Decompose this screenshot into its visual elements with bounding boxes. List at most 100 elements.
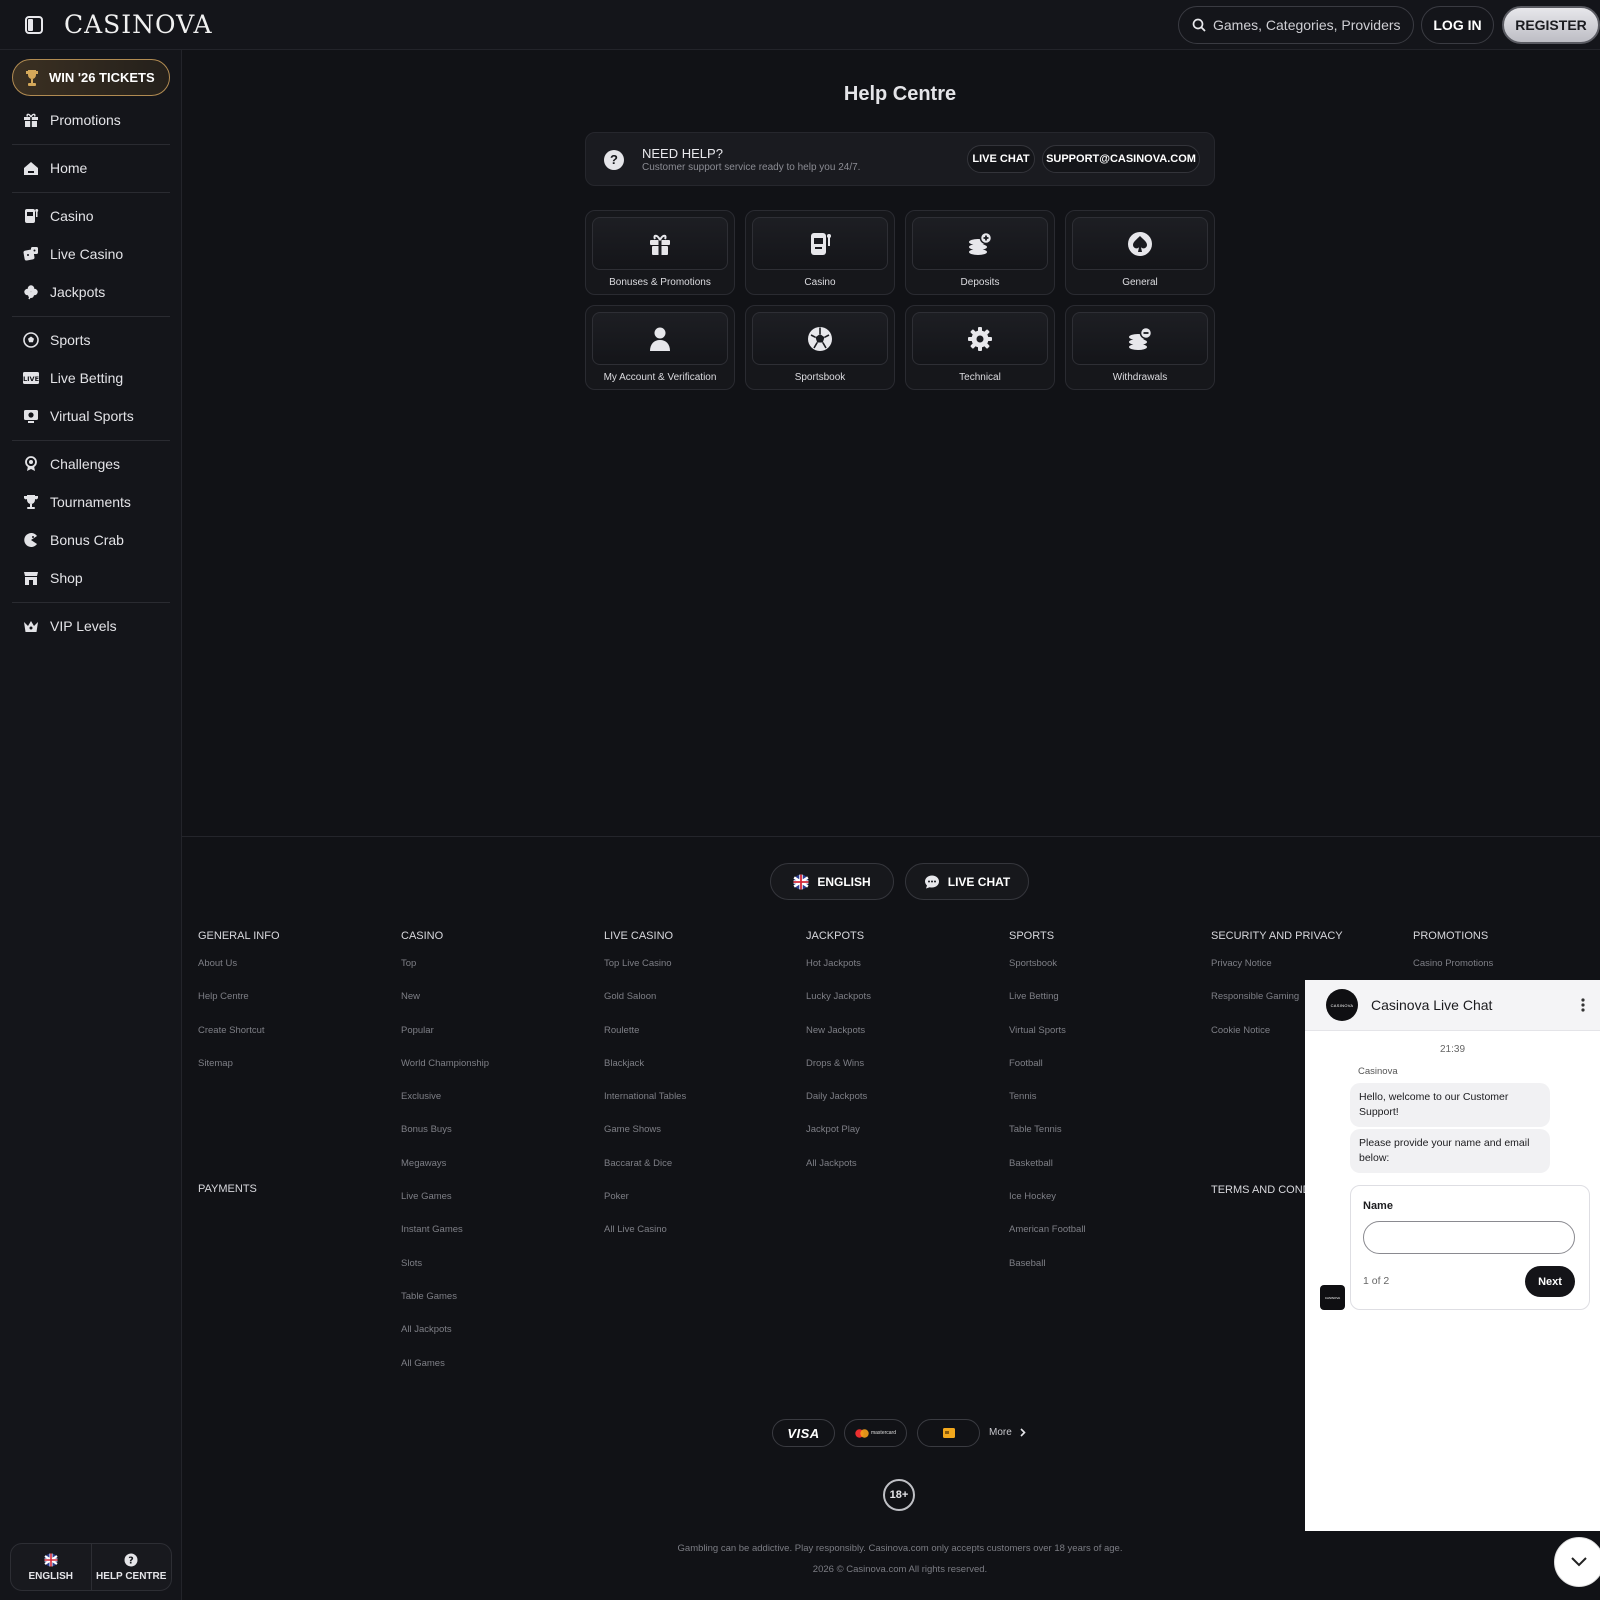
chat-collapse-button[interactable] <box>1554 1537 1600 1587</box>
footer-link[interactable]: Help Centre <box>198 991 280 1024</box>
sidebar-item-promotions[interactable]: Promotions <box>22 108 121 132</box>
payment-other[interactable] <box>917 1419 980 1447</box>
logo[interactable]: CASINOVA <box>64 10 213 40</box>
support-email-button[interactable]: SUPPORT@CASINOVA.COM <box>1042 145 1200 173</box>
footer-link[interactable]: All Jackpots <box>401 1324 489 1357</box>
footer-link[interactable]: American Football <box>1009 1224 1086 1257</box>
sidebar-item-sports[interactable]: Sports <box>22 328 90 352</box>
footer-link[interactable]: Bonus Buys <box>401 1124 489 1157</box>
sidebar-item-challenges[interactable]: Challenges <box>22 452 120 476</box>
footer-link[interactable]: Top Live Casino <box>604 958 686 991</box>
footer-link[interactable]: Game Shows <box>604 1124 686 1157</box>
gear-icon <box>912 312 1048 365</box>
win-tickets-button[interactable]: WIN '26 TICKETS <box>12 59 170 96</box>
name-field[interactable] <box>1363 1221 1575 1254</box>
category-sportsbook[interactable]: Sportsbook <box>745 305 895 390</box>
footer-link[interactable]: Table Tennis <box>1009 1124 1086 1157</box>
footer-link[interactable]: Tennis <box>1009 1091 1086 1124</box>
mastercard-label: mastercard <box>870 1430 896 1436</box>
sidebar-item-label: Live Casino <box>50 246 124 262</box>
footer-link[interactable]: Drops & Wins <box>806 1058 871 1091</box>
sidebar-item-jackpots[interactable]: Jackpots <box>22 280 105 304</box>
footer-live-chat-button[interactable]: LIVE CHAT <box>905 863 1029 900</box>
sidebar-item-home[interactable]: Home <box>22 156 87 180</box>
category-withdrawals[interactable]: Withdrawals <box>1065 305 1215 390</box>
category-casino[interactable]: Casino <box>745 210 895 295</box>
sidebar-item-live-casino[interactable]: Live Casino <box>22 242 123 266</box>
footer-link[interactable]: Megaways <box>401 1158 489 1191</box>
category-deposits[interactable]: Deposits <box>905 210 1055 295</box>
footer-link[interactable]: Blackjack <box>604 1058 686 1091</box>
more-label: More <box>989 1427 1012 1438</box>
footer-link[interactable]: Lucky Jackpots <box>806 991 871 1024</box>
footer-link[interactable]: Hot Jackpots <box>806 958 871 991</box>
footer-link[interactable]: Daily Jackpots <box>806 1091 871 1124</box>
form-step-indicator: 1 of 2 <box>1363 1275 1390 1287</box>
footer-language-button[interactable]: ENGLISH <box>770 863 894 900</box>
category-my-account-verification[interactable]: My Account & Verification <box>585 305 735 390</box>
footer-link[interactable]: Jackpot Play <box>806 1124 871 1157</box>
footer-link[interactable]: Create Shortcut <box>198 1025 280 1058</box>
category-label: General <box>1122 277 1158 288</box>
footer-link[interactable]: Sitemap <box>198 1058 280 1091</box>
search-input[interactable] <box>1213 17 1403 33</box>
sidebar-item-label: Challenges <box>50 456 121 472</box>
footer-link[interactable]: Poker <box>604 1191 686 1224</box>
footer-link[interactable]: Top <box>401 958 489 991</box>
sidebar-item-virtual-sports[interactable]: Virtual Sports <box>22 404 134 428</box>
sidebar-item-vip-levels[interactable]: VIP Levels <box>22 614 117 638</box>
footer-link[interactable]: New <box>401 991 489 1024</box>
footer-link[interactable]: Sportsbook <box>1009 958 1086 991</box>
footer-link[interactable]: Ice Hockey <box>1009 1191 1086 1224</box>
footer-link[interactable]: Live Games <box>401 1191 489 1224</box>
sidebar-item-bonus-crab[interactable]: Bonus Crab <box>22 528 124 552</box>
sidebar-toggle-icon[interactable] <box>24 15 44 35</box>
more-vertical-icon[interactable] <box>1577 996 1589 1014</box>
register-button[interactable]: REGISTER <box>1502 6 1600 44</box>
footer-link[interactable]: International Tables <box>604 1091 686 1124</box>
category-general[interactable]: General <box>1065 210 1215 295</box>
footer-link[interactable]: Roulette <box>604 1025 686 1058</box>
language-selector[interactable]: ENGLISH <box>11 1544 91 1590</box>
footer-link[interactable]: All Games <box>401 1358 489 1391</box>
footer-link[interactable]: Instant Games <box>401 1224 489 1257</box>
footer-link[interactable]: New Jackpots <box>806 1025 871 1058</box>
sidebar-item-live-betting[interactable]: LIVE Live Betting <box>22 366 123 390</box>
payments-more-link[interactable]: More <box>989 1427 1026 1438</box>
footer-link[interactable]: Exclusive <box>401 1091 489 1124</box>
login-button[interactable]: LOG IN <box>1421 6 1494 44</box>
footer-link[interactable]: Gold Saloon <box>604 991 686 1024</box>
footer-link[interactable]: Live Betting <box>1009 991 1086 1024</box>
need-help-heading: NEED HELP? <box>642 146 723 161</box>
payment-mastercard[interactable]: mastercard <box>844 1419 907 1447</box>
help-centre-link[interactable]: ? HELP CENTRE <box>90 1544 172 1590</box>
footer-link[interactable]: All Live Casino <box>604 1224 686 1257</box>
footer-column-title: SPORTS <box>1009 930 1055 942</box>
footer-column-title: SECURITY AND PRIVACY <box>1211 930 1343 942</box>
sidebar-item-shop[interactable]: Shop <box>22 566 83 590</box>
footer-column-title: LIVE CASINO <box>604 930 674 942</box>
footer-link[interactable]: Slots <box>401 1258 489 1291</box>
footer-link[interactable]: All Jackpots <box>806 1158 871 1191</box>
footer-link[interactable]: Table Games <box>401 1291 489 1324</box>
footer-link[interactable]: Football <box>1009 1058 1086 1091</box>
divider <box>12 192 170 193</box>
footer-link[interactable]: Baccarat & Dice <box>604 1158 686 1191</box>
footer-terms-title[interactable]: TERMS AND COND <box>1211 1184 1311 1196</box>
sidebar-item-tournaments[interactable]: Tournaments <box>22 490 131 514</box>
footer-link[interactable]: Virtual Sports <box>1009 1025 1086 1058</box>
footer-link[interactable]: Popular <box>401 1025 489 1058</box>
live-chat-button[interactable]: LIVE CHAT <box>967 145 1035 173</box>
footer-link[interactable]: About Us <box>198 958 280 991</box>
category-technical[interactable]: Technical <box>905 305 1055 390</box>
chat-timestamp: 21:39 <box>1439 1044 1466 1055</box>
sidebar-item-casino[interactable]: Casino <box>22 204 94 228</box>
footer-link[interactable]: Baseball <box>1009 1258 1086 1291</box>
footer-link[interactable]: Basketball <box>1009 1158 1086 1191</box>
search-box[interactable] <box>1178 6 1414 44</box>
medal-icon <box>22 455 40 473</box>
next-button[interactable]: Next <box>1525 1266 1575 1297</box>
footer-link[interactable]: World Championship <box>401 1058 489 1091</box>
category-bonuses-promotions[interactable]: Bonuses & Promotions <box>585 210 735 295</box>
payment-visa[interactable]: VISA <box>772 1419 835 1447</box>
